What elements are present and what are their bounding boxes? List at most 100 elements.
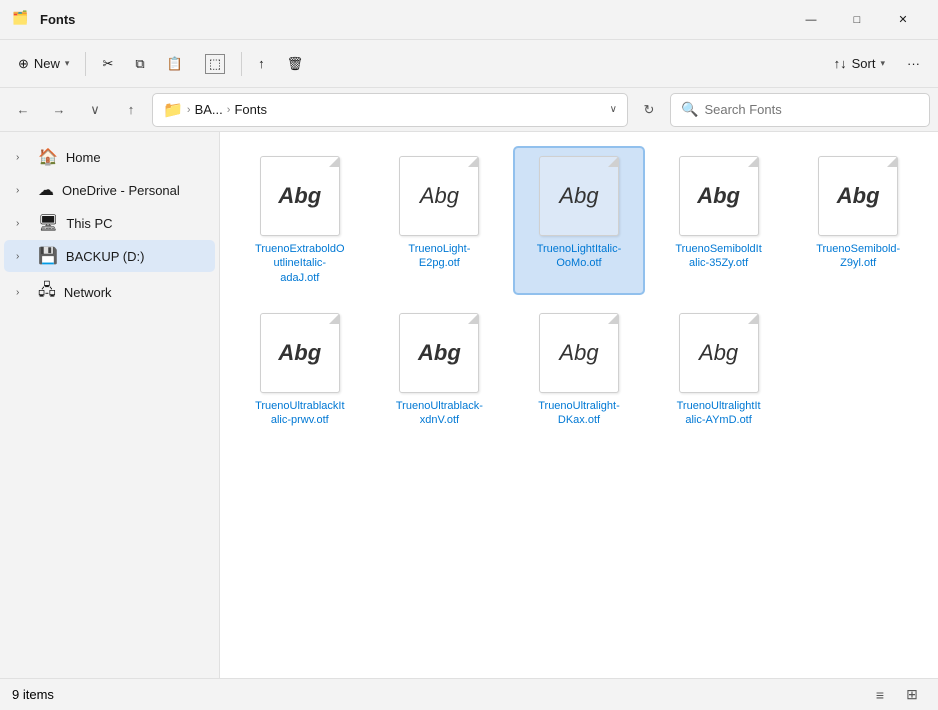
delete-button[interactable]: 🗑 — [277, 46, 314, 82]
file-name: TruenoUltralightItalic-AYmD.otf — [674, 399, 764, 428]
cut-button[interactable]: ✂ — [92, 46, 123, 82]
file-name: TruenoLightItalic-OoMo.otf — [534, 242, 624, 271]
breadcrumb-part-2: Fonts — [234, 102, 267, 117]
more-button[interactable]: ··· — [897, 46, 930, 82]
search-box[interactable]: 🔍 — [670, 93, 930, 127]
home-icon: 🏠 — [38, 147, 58, 167]
toolbar: ⊕ New ▾ ✂ ⧉ 📋 ⬚ ↑ 🗑 ↑↓ Sort ▾ ··· — [0, 40, 938, 88]
file-preview: Abg — [260, 313, 340, 393]
list-item[interactable]: Abg TruenoUltrablack-xdnV.otf — [374, 303, 506, 438]
file-preview: Abg — [539, 313, 619, 393]
list-item[interactable]: Abg TruenoUltralightItalic-AYmD.otf — [653, 303, 785, 438]
search-input[interactable] — [704, 102, 919, 117]
page-corner — [608, 314, 618, 324]
file-name: TruenoUltrablack-xdnV.otf — [394, 399, 484, 428]
window-title: Fonts — [40, 12, 75, 27]
sidebar-item-label: OneDrive - Personal — [62, 183, 180, 198]
paste-icon: 📋 — [167, 56, 183, 72]
breadcrumb-sep-2: › — [227, 104, 231, 116]
sidebar-item-label: Network — [64, 285, 112, 300]
minimize-button[interactable]: — — [788, 0, 834, 40]
page-corner — [468, 314, 478, 324]
move-button[interactable]: ⬚ — [195, 46, 235, 82]
titlebar: 🗂️ Fonts — □ ✕ — [0, 0, 938, 40]
file-name: TruenoLight-E2pg.otf — [394, 242, 484, 271]
list-item[interactable]: Abg TruenoLightItalic-OoMo.otf — [513, 146, 645, 295]
list-item[interactable]: Abg TruenoSemiboldItalic-35Zy.otf — [653, 146, 785, 295]
close-button[interactable]: ✕ — [880, 0, 926, 40]
expand-icon: › — [16, 287, 30, 298]
more-icon: ··· — [907, 56, 920, 71]
file-preview: Abg — [818, 156, 898, 236]
new-dropdown-icon: ▾ — [65, 58, 70, 69]
breadcrumb-folder-icon: 📁 — [163, 100, 183, 120]
main-area: › 🏠 Home › ☁ OneDrive - Personal › 🖥 Thi… — [0, 132, 938, 678]
move-icon: ⬚ — [205, 54, 225, 74]
sort-label: Sort — [852, 56, 876, 71]
sidebar-item-thispc[interactable]: › 🖥 This PC — [4, 207, 215, 239]
expand-icon: › — [16, 218, 30, 229]
file-preview: Abg — [539, 156, 619, 236]
breadcrumb[interactable]: 📁 › BA... › Fonts ∨ — [152, 93, 628, 127]
expand-icon: › — [16, 185, 30, 196]
item-count: 9 items — [12, 687, 54, 702]
list-item[interactable]: Abg TruenoSemibold-Z9yl.otf — [792, 146, 924, 295]
backup-icon: 💾 — [38, 246, 58, 266]
page-corner — [887, 157, 897, 167]
list-item[interactable]: Abg TruenoUltralight-DKax.otf — [513, 303, 645, 438]
refresh-button[interactable]: ↻ — [634, 95, 664, 125]
preview-text: Abg — [559, 183, 598, 209]
copy-icon: ⧉ — [135, 56, 144, 72]
copy-button[interactable]: ⧉ — [125, 46, 154, 82]
view-controls: ≡ ⊞ — [866, 681, 926, 709]
delete-icon: 🗑 — [287, 56, 304, 72]
new-icon: ⊕ — [18, 56, 29, 72]
address-bar: ← → ∨ ↑ 📁 › BA... › Fonts ∨ ↻ 🔍 — [0, 88, 938, 132]
breadcrumb-sep-1: › — [187, 104, 191, 116]
sidebar-item-home[interactable]: › 🏠 Home — [4, 141, 215, 173]
page-corner — [748, 314, 758, 324]
sidebar: › 🏠 Home › ☁ OneDrive - Personal › 🖥 Thi… — [0, 132, 220, 678]
page-corner — [468, 157, 478, 167]
new-button[interactable]: ⊕ New ▾ — [8, 46, 79, 82]
thispc-icon: 🖥 — [38, 213, 58, 233]
preview-text: Abg — [559, 340, 598, 366]
list-item[interactable]: Abg TruenoUltrablackItalic-prwv.otf — [234, 303, 366, 438]
file-content: Abg TruenoExtraboldOutlineItalic-adaJ.ot… — [220, 132, 938, 678]
file-name: TruenoUltrablackItalic-prwv.otf — [255, 399, 345, 428]
preview-text: Abg — [699, 340, 738, 366]
preview-text: Abg — [837, 183, 880, 209]
grid-view-button[interactable]: ⊞ — [898, 681, 926, 709]
list-view-button[interactable]: ≡ — [866, 681, 894, 709]
paste-button[interactable]: 📋 — [157, 46, 193, 82]
maximize-button[interactable]: □ — [834, 0, 880, 40]
page-corner — [748, 157, 758, 167]
list-item[interactable]: Abg TruenoLight-E2pg.otf — [374, 146, 506, 295]
app-icon: 🗂️ — [12, 10, 32, 30]
file-name: TruenoSemiboldItalic-35Zy.otf — [674, 242, 764, 271]
breadcrumb-part-1: BA... — [195, 102, 223, 117]
file-preview: Abg — [679, 156, 759, 236]
preview-text: Abg — [697, 183, 740, 209]
sidebar-item-backup[interactable]: › 💾 BACKUP (D:) — [4, 240, 215, 272]
sort-button[interactable]: ↑↓ Sort ▾ — [824, 46, 895, 82]
list-item[interactable]: Abg TruenoExtraboldOutlineItalic-adaJ.ot… — [234, 146, 366, 295]
share-button[interactable]: ↑ — [248, 46, 275, 82]
window-controls: — □ ✕ — [788, 0, 926, 40]
search-icon: 🔍 — [681, 101, 698, 118]
expand-history-button[interactable]: ∨ — [80, 95, 110, 125]
back-button[interactable]: ← — [8, 95, 38, 125]
file-preview: Abg — [399, 156, 479, 236]
file-name: TruenoUltralight-DKax.otf — [534, 399, 624, 428]
file-grid: Abg TruenoExtraboldOutlineItalic-adaJ.ot… — [230, 142, 928, 441]
file-preview: Abg — [260, 156, 340, 236]
sidebar-item-network[interactable]: › 🖧 Network — [4, 273, 215, 312]
up-button[interactable]: ↑ — [116, 95, 146, 125]
file-name: TruenoSemibold-Z9yl.otf — [813, 242, 903, 271]
new-label: New — [34, 56, 60, 71]
cut-icon: ✂ — [102, 56, 113, 72]
forward-button[interactable]: → — [44, 95, 74, 125]
sidebar-item-onedrive[interactable]: › ☁ OneDrive - Personal — [4, 174, 215, 206]
preview-text: Abg — [420, 183, 459, 209]
sidebar-item-label: Home — [66, 150, 101, 165]
